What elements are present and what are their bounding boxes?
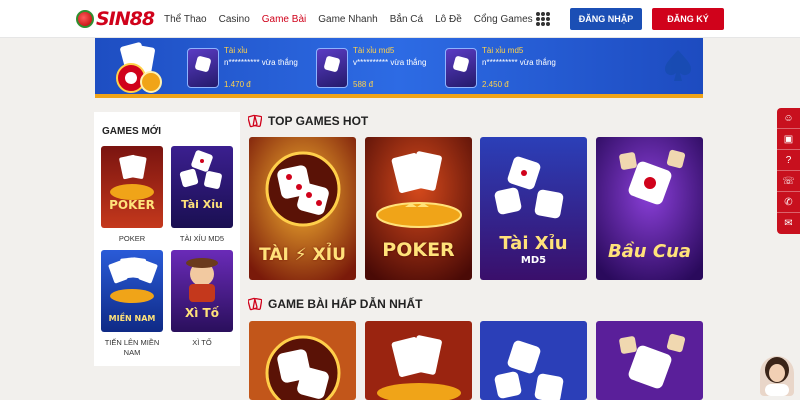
bau-cua-art (596, 321, 703, 400)
new-game-label: TIẾN LÊN MIỀN NAM (104, 338, 160, 357)
top-games-hot-title: TOP GAMES HOT (268, 114, 369, 128)
site-header: SIN88 Thể Thao Casino Game Bài Game Nhan… (0, 0, 800, 38)
nav-item-the-thao[interactable]: Thể Thao (164, 14, 207, 25)
support-icon[interactable]: ☏ (777, 171, 800, 192)
winner-amount: 588 đ (353, 80, 374, 89)
winner-item[interactable]: Tài xỉu n********** vừa thắng 1.470 đ (187, 46, 312, 94)
xi-to-thumb: Xì Tố (171, 250, 233, 332)
winner-user: v********** vừa thắng (353, 58, 427, 67)
floating-toolbar: ☺ ▣ ? ☏ ✆ ✉ (777, 108, 800, 234)
winners-banner: Tài xỉu n********** vừa thắng 1.470 đ Tà… (95, 38, 703, 98)
spade-icon (665, 50, 691, 81)
register-button[interactable]: ĐĂNG KÝ (652, 8, 724, 30)
site-logo[interactable]: SIN88 (76, 6, 160, 32)
cards-icon (248, 297, 262, 311)
poker-thumb: POKER (101, 146, 163, 228)
card-games-title: GAME BÀI HẤP DẪN NHẤT (268, 297, 423, 311)
cards-icon (110, 154, 154, 200)
login-button[interactable]: ĐĂNG NHẬP (570, 8, 642, 30)
winner-item[interactable]: Tài xỉu md5 n********** vừa thắng 2.450 … (445, 46, 570, 94)
winner-item[interactable]: Tài xỉu md5 v********** vừa thắng 588 đ (316, 46, 441, 94)
phone-icon[interactable]: ✆ (777, 192, 800, 213)
winner-user: n********** vừa thắng (482, 58, 556, 67)
tien-len-art-text: MIỀN NAM (108, 314, 156, 323)
nav-item-cong-games[interactable]: Cổng Games (474, 14, 533, 25)
tai-xiu-md5-thumb-icon (445, 48, 477, 88)
tai-xiu-md5-thumb-icon (316, 48, 348, 88)
cards-chips-art (116, 42, 162, 93)
tien-len-thumb: MIỀN NAM (101, 250, 163, 332)
game-card-poker[interactable] (365, 321, 472, 400)
help-icon[interactable]: ? (777, 150, 800, 171)
winner-amount: 2.450 đ (482, 80, 509, 89)
nav-item-casino[interactable]: Casino (219, 14, 250, 25)
nav-item-game-nhanh[interactable]: Game Nhanh (318, 14, 377, 25)
messenger-icon[interactable]: ✉ (777, 213, 800, 234)
nav-item-lo-de[interactable]: Lô Đề (435, 14, 462, 25)
account-icon[interactable]: ☺ (777, 108, 800, 129)
game-card-tai-xiu[interactable] (249, 321, 356, 400)
winner-user: n********** vừa thắng (224, 58, 298, 67)
bau-cua-card-text: Bầu Cua (607, 241, 692, 262)
new-games-title: GAMES MỚI (102, 126, 162, 137)
new-game-card-xi-to[interactable]: Xì Tố XÌ TỐ (171, 250, 233, 348)
md5-card-subtext: MD5 (520, 255, 547, 266)
new-game-label: TÀI XỈU MD5 (179, 234, 225, 243)
support-avatar[interactable] (760, 356, 794, 396)
winner-game: Tài xỉu md5 (353, 46, 395, 55)
tai-xiu-thumb-icon (187, 48, 219, 88)
new-game-card-tai-xiu-md5[interactable]: Tài Xỉu TÀI XỈU MD5 (171, 146, 233, 244)
tai-xiu-md5-card-text: Tài Xỉu (499, 233, 568, 254)
new-game-label: XÌ TỐ (192, 338, 212, 347)
winner-amount: 1.470 đ (224, 80, 251, 89)
poker-art (365, 321, 472, 400)
tai-xiu-card-text: TÀI ⚡ XỈU (259, 245, 346, 265)
xi-to-art-text: Xì Tố (185, 306, 219, 320)
main-nav: Thể Thao Casino Game Bài Game Nhanh Bắn … (164, 0, 545, 38)
new-game-label: POKER (118, 234, 146, 243)
card-games-heading: GAME BÀI HẤP DẪN NHẤT (248, 297, 422, 311)
tai-xiu-art-text: Tài Xỉu (181, 198, 223, 211)
winner-game: Tài xỉu (224, 46, 248, 55)
game-card-tai-xiu-md5[interactable]: Tài Xỉu MD5 (480, 137, 587, 280)
tai-xiu-md5-art (480, 321, 587, 400)
logo-text: SIN88 (96, 8, 155, 30)
tai-xiu-md5-thumb: Tài Xỉu (171, 146, 233, 228)
winner-game: Tài xỉu md5 (482, 46, 524, 55)
top-games-hot-heading: TOP GAMES HOT (248, 114, 368, 128)
nav-item-game-bai[interactable]: Game Bài (262, 14, 306, 25)
game-card-bau-cua[interactable] (596, 321, 703, 400)
apps-grid-icon[interactable] (536, 12, 550, 26)
dice-icon (179, 150, 222, 189)
game-card-tai-xiu[interactable]: TÀI ⚡ XỈU (249, 137, 356, 280)
game-card-poker[interactable]: POKER (365, 137, 472, 280)
agent-avatar-icon (765, 357, 789, 396)
cards-icon (248, 114, 262, 128)
game-card-bau-cua[interactable]: Bầu Cua (596, 137, 703, 280)
new-game-card-poker[interactable]: POKER POKER (101, 146, 163, 244)
gift-icon[interactable]: ▣ (777, 129, 800, 150)
game-card-tai-xiu-md5[interactable] (480, 321, 587, 400)
nav-item-ban-ca[interactable]: Bắn Cá (390, 14, 423, 25)
poker-card-text: POKER (382, 239, 455, 261)
logo-chip-icon (76, 10, 94, 28)
tai-xiu-art (249, 321, 356, 400)
new-game-card-tien-len[interactable]: MIỀN NAM TIẾN LÊN MIỀN NAM (101, 250, 163, 358)
new-games-panel: GAMES MỚI POKER POKER Tài Xỉu TÀI XỈU MD… (94, 112, 240, 366)
poker-art-text: POKER (109, 198, 155, 212)
